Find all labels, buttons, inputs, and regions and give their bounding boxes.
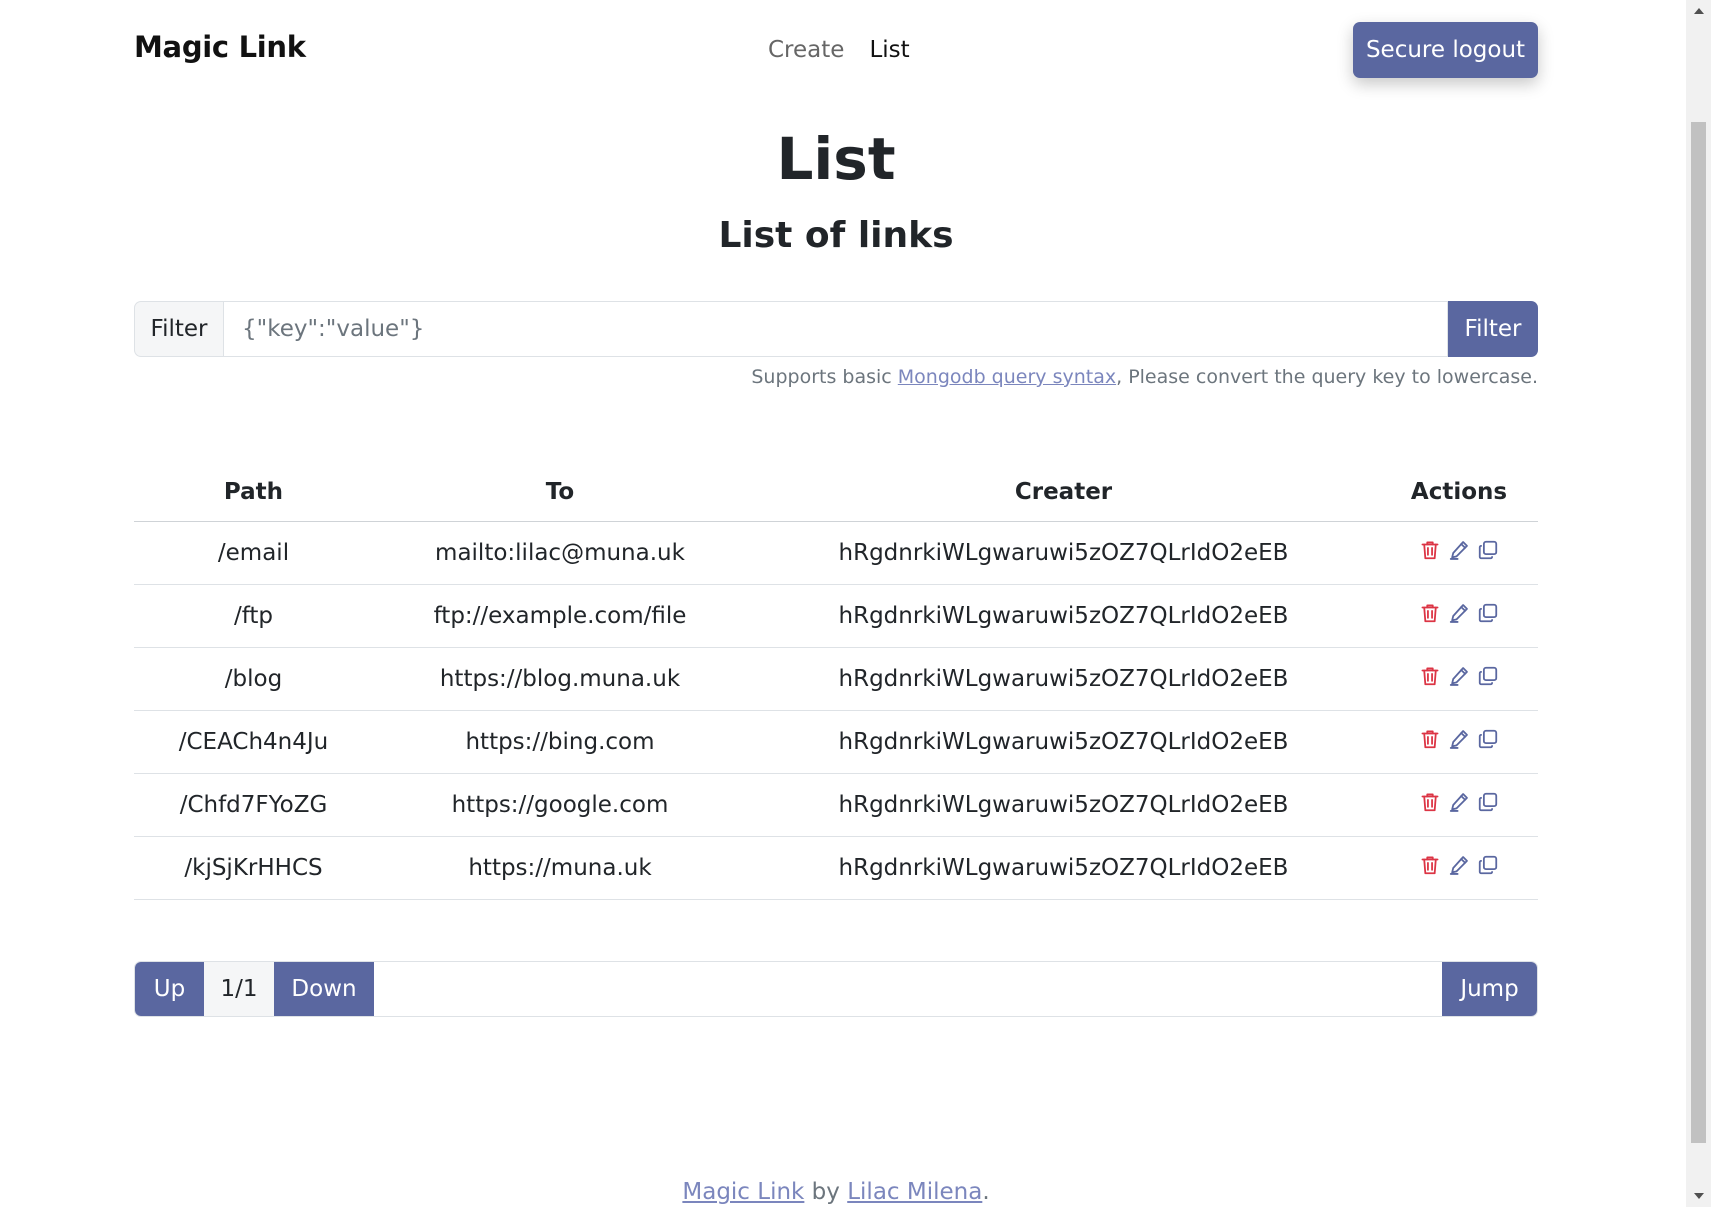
- cell-to: https://blog.muna.uk: [373, 647, 747, 711]
- cell-to: https://google.com: [373, 773, 747, 837]
- table-row: /Chfd7FYoZG https://google.com hRgdnrkiWLg…: [134, 773, 1538, 837]
- cell-path: /ftp: [134, 584, 373, 648]
- row-actions: [1418, 853, 1500, 877]
- page-subtitle: List of links: [718, 215, 954, 256]
- cell-actions: [1380, 773, 1538, 837]
- filter-label: Filter: [134, 301, 223, 357]
- filter-help-suffix: , Please convert the query key to lowerc…: [1116, 366, 1538, 388]
- trash-icon[interactable]: [1418, 664, 1442, 688]
- cell-creater: hRgdnrkiWLgwaruwi5zOZ7QLrIdO2eEB: [747, 710, 1380, 774]
- nav-create-link[interactable]: Create: [768, 37, 844, 63]
- cell-actions: [1380, 710, 1538, 774]
- table-row: /kjSjKrHHCS https://muna.uk hRgdnrkiWLgwar…: [134, 836, 1538, 900]
- table-header-row: Path To Creater Actions: [134, 463, 1538, 522]
- row-actions: [1418, 790, 1500, 814]
- footer-end-text: .: [982, 1179, 990, 1205]
- edit-icon[interactable]: [1447, 853, 1471, 877]
- copy-icon[interactable]: [1476, 664, 1500, 688]
- filter-group: Filter Filter: [134, 301, 1538, 357]
- copy-icon[interactable]: [1476, 538, 1500, 562]
- row-actions: [1418, 538, 1500, 562]
- cell-creater: hRgdnrkiWLgwaruwi5zOZ7QLrIdO2eEB: [747, 521, 1380, 585]
- column-header-creater: Creater: [747, 463, 1380, 522]
- table-row: /CEACh4n4Ju https://bing.com hRgdnrkiWLgwa…: [134, 710, 1538, 774]
- trash-icon[interactable]: [1418, 601, 1442, 625]
- row-actions: [1418, 727, 1500, 751]
- page-title: List: [776, 125, 896, 193]
- copy-icon[interactable]: [1476, 853, 1500, 877]
- page-down-button[interactable]: Down: [274, 962, 374, 1016]
- edit-icon[interactable]: [1447, 727, 1471, 751]
- cell-actions: [1380, 647, 1538, 711]
- cell-path: /blog: [134, 647, 373, 711]
- table-row: /blog https://blog.muna.uk hRgdnrkiWLgwaru…: [134, 647, 1538, 711]
- cell-path: /CEACh4n4Ju: [134, 710, 373, 774]
- column-header-actions: Actions: [1380, 463, 1538, 522]
- edit-icon[interactable]: [1447, 790, 1471, 814]
- jump-button[interactable]: Jump: [1442, 962, 1537, 1016]
- top-nav: Create List: [768, 37, 910, 63]
- table-row: /ftp ftp://example.com/file hRgdnrkiWLgwar…: [134, 584, 1538, 648]
- cell-creater: hRgdnrkiWLgwaruwi5zOZ7QLrIdO2eEB: [747, 584, 1380, 648]
- table-row: /email mailto:lilac@muna.uk hRgdnrkiWLgwar…: [134, 521, 1538, 585]
- trash-icon[interactable]: [1418, 538, 1442, 562]
- nav-list-link[interactable]: List: [869, 37, 909, 63]
- brand-logo[interactable]: Magic Link: [134, 30, 306, 64]
- page-up-button[interactable]: Up: [135, 962, 204, 1016]
- cell-actions: [1380, 584, 1538, 648]
- cell-to: mailto:lilac@muna.uk: [373, 521, 747, 585]
- copy-icon[interactable]: [1476, 790, 1500, 814]
- filter-help-text: Supports basic Mongodb query syntax, Ple…: [751, 366, 1538, 388]
- cell-actions: [1380, 521, 1538, 585]
- footer-author-link[interactable]: Lilac Milena: [847, 1179, 982, 1205]
- mongodb-query-syntax-link[interactable]: Mongodb query syntax: [898, 366, 1116, 388]
- row-actions: [1418, 664, 1500, 688]
- cell-to: ftp://example.com/file: [373, 584, 747, 648]
- scrollbar-thumb[interactable]: [1691, 122, 1706, 1143]
- secure-logout-button[interactable]: Secure logout: [1353, 22, 1538, 78]
- column-header-path: Path: [134, 463, 373, 522]
- links-table: Path To Creater Actions /email mailto:lil…: [134, 463, 1538, 900]
- cell-path: /email: [134, 521, 373, 585]
- trash-icon[interactable]: [1418, 790, 1442, 814]
- footer-app-link[interactable]: Magic Link: [682, 1179, 804, 1205]
- table-body: /email mailto:lilac@muna.uk hRgdnrkiWLgwar…: [134, 521, 1538, 900]
- cell-creater: hRgdnrkiWLgwaruwi5zOZ7QLrIdO2eEB: [747, 647, 1380, 711]
- trash-icon[interactable]: [1418, 853, 1442, 877]
- cell-path: /kjSjKrHHCS: [134, 836, 373, 900]
- page: Magic Link Create List Secure logout Lis…: [0, 0, 1686, 1207]
- column-header-to: To: [373, 463, 747, 522]
- vertical-scrollbar[interactable]: [1686, 0, 1711, 1207]
- edit-icon[interactable]: [1447, 601, 1471, 625]
- cell-creater: hRgdnrkiWLgwaruwi5zOZ7QLrIdO2eEB: [747, 836, 1380, 900]
- edit-icon[interactable]: [1447, 664, 1471, 688]
- footer: Magic Link by Lilac Milena.: [0, 1179, 1672, 1205]
- copy-icon[interactable]: [1476, 601, 1500, 625]
- copy-icon[interactable]: [1476, 727, 1500, 751]
- cell-actions: [1380, 836, 1538, 900]
- trash-icon[interactable]: [1418, 727, 1442, 751]
- cell-to: https://muna.uk: [373, 836, 747, 900]
- edit-icon[interactable]: [1447, 538, 1471, 562]
- cell-path: /Chfd7FYoZG: [134, 773, 373, 837]
- scroll-up-arrow-icon[interactable]: [1694, 8, 1704, 14]
- footer-by-text: by: [804, 1179, 848, 1205]
- row-actions: [1418, 601, 1500, 625]
- scroll-down-arrow-icon[interactable]: [1694, 1193, 1704, 1199]
- filter-button[interactable]: Filter: [1448, 301, 1538, 357]
- page-indicator: 1/1: [204, 962, 274, 1016]
- cell-to: https://bing.com: [373, 710, 747, 774]
- cell-creater: hRgdnrkiWLgwaruwi5zOZ7QLrIdO2eEB: [747, 773, 1380, 837]
- pagination-bar: Up 1/1 Down Jump: [134, 961, 1538, 1017]
- filter-help-prefix: Supports basic: [751, 366, 898, 388]
- jump-page-input[interactable]: [374, 962, 1442, 1016]
- filter-input[interactable]: [223, 301, 1448, 357]
